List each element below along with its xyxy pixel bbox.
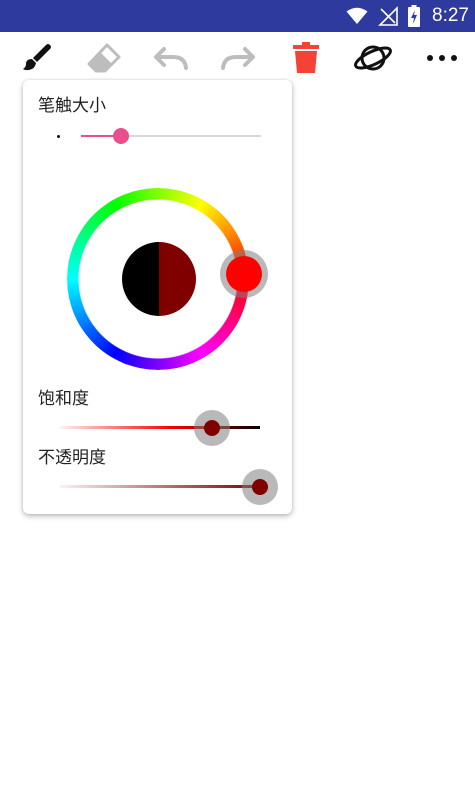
opacity-track	[60, 485, 260, 488]
more-options-button[interactable]	[422, 38, 462, 78]
brush-size-slider[interactable]	[81, 126, 261, 146]
drawing-toolbar	[0, 32, 475, 82]
delete-icon	[293, 42, 319, 74]
brush-size-label: 笔触大小	[38, 96, 106, 116]
undo-button[interactable]	[151, 38, 191, 78]
brush-tool-button[interactable]	[17, 38, 57, 78]
saturation-label: 饱和度	[38, 389, 89, 409]
redo-icon	[220, 46, 256, 70]
brush-size-preview-dot	[57, 135, 60, 138]
opacity-thumb[interactable]	[252, 479, 268, 495]
signal-icon	[378, 6, 398, 26]
planet-button[interactable]	[353, 38, 393, 78]
eraser-icon	[87, 43, 121, 73]
saturation-thumb[interactable]	[204, 420, 220, 436]
brush-icon	[21, 42, 53, 74]
wifi-icon	[346, 7, 368, 25]
status-icons: 8:27	[346, 0, 469, 32]
status-bar: 8:27	[0, 0, 475, 32]
brush-size-thumb[interactable]	[112, 128, 129, 144]
opacity-slider[interactable]	[60, 469, 278, 505]
color-preview	[122, 242, 196, 316]
saturation-slider[interactable]	[60, 410, 260, 446]
saturation-track	[60, 426, 260, 429]
brush-settings-panel: 笔触大小 饱和度 不透明度	[23, 80, 292, 514]
opacity-label: 不透明度	[38, 448, 106, 468]
status-time: 8:27	[432, 5, 469, 26]
planet-icon	[353, 42, 393, 74]
eraser-tool-button[interactable]	[84, 38, 124, 78]
undo-icon	[153, 46, 189, 70]
delete-button[interactable]	[286, 38, 326, 78]
battery-charging-icon	[408, 5, 421, 27]
hue-selector-thumb[interactable]	[226, 256, 262, 292]
more-icon	[426, 54, 458, 62]
redo-button[interactable]	[218, 38, 258, 78]
